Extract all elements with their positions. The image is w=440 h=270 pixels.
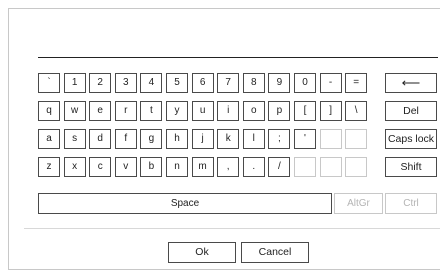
key-row1-5[interactable]: 5	[166, 73, 188, 93]
empty-key	[319, 157, 342, 177]
ctrl-key: Ctrl	[385, 193, 437, 214]
backspace-key[interactable]: ⟵	[385, 73, 437, 93]
key-row2-3[interactable]: r	[114, 101, 137, 121]
key-row2-11[interactable]: ]	[319, 101, 342, 121]
key-row3-10[interactable]: '	[294, 129, 316, 149]
key-row4-5[interactable]: n	[166, 157, 188, 177]
key-row2-8[interactable]: o	[242, 101, 265, 121]
key-row3-8[interactable]: l	[242, 129, 265, 149]
delete-key[interactable]: Del	[385, 101, 437, 121]
footer-divider	[24, 228, 440, 229]
key-row4-8[interactable]: .	[242, 157, 265, 177]
key-row3-4[interactable]: g	[140, 129, 163, 149]
key-row4-0[interactable]: z	[38, 157, 60, 177]
altgr-key: AltGr	[334, 193, 383, 214]
empty-key	[345, 157, 368, 177]
key-row3-0[interactable]: a	[38, 129, 60, 149]
key-row1-12[interactable]: =	[345, 73, 368, 93]
key-row4-6[interactable]: m	[191, 157, 214, 177]
key-row3-9[interactable]: ;	[268, 129, 291, 149]
key-row1-6[interactable]: 6	[191, 73, 214, 93]
empty-key	[319, 129, 342, 149]
key-row3-5[interactable]: h	[166, 129, 188, 149]
key-row1-4[interactable]: 4	[140, 73, 163, 93]
key-row2-5[interactable]: y	[166, 101, 188, 121]
caps-lock-key[interactable]: Caps lock	[385, 129, 437, 149]
key-row1-10[interactable]: 0	[294, 73, 316, 93]
key-row2-7[interactable]: i	[217, 101, 240, 121]
key-row2-2[interactable]: e	[89, 101, 112, 121]
input-underline	[38, 57, 438, 58]
key-row3-7[interactable]: k	[217, 129, 240, 149]
space-key[interactable]: Space	[38, 193, 332, 214]
key-row4-9[interactable]: /	[268, 157, 291, 177]
shift-key[interactable]: Shift	[385, 157, 437, 177]
key-row1-11[interactable]: -	[319, 73, 342, 93]
key-row2-0[interactable]: q	[38, 101, 60, 121]
key-row1-7[interactable]: 7	[217, 73, 240, 93]
key-row3-1[interactable]: s	[63, 129, 86, 149]
key-row2-4[interactable]: t	[140, 101, 163, 121]
key-row2-9[interactable]: p	[268, 101, 291, 121]
text-input[interactable]	[38, 38, 438, 56]
key-row1-0[interactable]: `	[38, 73, 60, 93]
key-row4-7[interactable]: ,	[217, 157, 240, 177]
key-row1-1[interactable]: 1	[63, 73, 86, 93]
key-row3-3[interactable]: f	[114, 129, 137, 149]
key-row4-2[interactable]: c	[89, 157, 112, 177]
key-row4-3[interactable]: v	[114, 157, 137, 177]
key-row4-1[interactable]: x	[63, 157, 86, 177]
key-row1-2[interactable]: 2	[89, 73, 112, 93]
ok-button[interactable]: Ok	[168, 242, 236, 263]
key-row1-3[interactable]: 3	[114, 73, 137, 93]
cancel-button[interactable]: Cancel	[241, 242, 309, 263]
key-row3-2[interactable]: d	[89, 129, 112, 149]
empty-key	[345, 129, 368, 149]
key-row2-6[interactable]: u	[191, 101, 214, 121]
key-row4-4[interactable]: b	[140, 157, 163, 177]
key-row1-9[interactable]: 9	[268, 73, 291, 93]
empty-key	[294, 157, 316, 177]
key-row2-1[interactable]: w	[63, 101, 86, 121]
key-row2-12[interactable]: \	[345, 101, 368, 121]
key-row3-6[interactable]: j	[191, 129, 214, 149]
key-row1-8[interactable]: 8	[242, 73, 265, 93]
key-row2-10[interactable]: [	[294, 101, 316, 121]
